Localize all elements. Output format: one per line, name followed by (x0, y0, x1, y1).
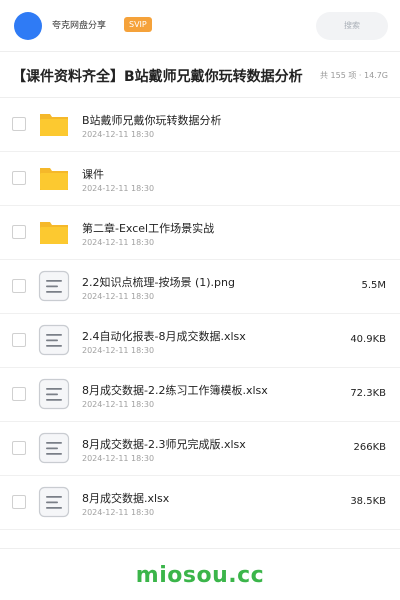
file-date: 2024-12-11 18:30 (82, 508, 155, 517)
file-name[interactable]: 8月成交数据-2.2练习工作簿模板.xlsx (82, 382, 342, 398)
document-icon (38, 270, 70, 302)
file-name[interactable]: 2.2知识点梳理-按场景 (1).png (82, 274, 342, 290)
document-icon (38, 324, 70, 356)
avatar[interactable] (14, 12, 42, 40)
file-row[interactable]: 8月成交数据-2.2练习工作簿模板.xlsx 2024-12-11 18:30 72… (0, 368, 400, 422)
folder-icon (38, 216, 70, 248)
folder-title: 【课件资料齐全】B站戴师兄戴你玩转数据分析 (12, 69, 303, 85)
file-checkbox[interactable] (12, 495, 26, 509)
file-name[interactable]: 2.4自动化报表-8月成交数据.xlsx (82, 328, 342, 344)
file-row[interactable]: 8月成交数据.xlsx 2024-12-11 18:30 38.5KB (0, 476, 400, 530)
file-date: 2024-12-11 18:30 (82, 454, 155, 463)
file-name[interactable]: 课件 (82, 166, 342, 182)
file-date: 2024-12-11 18:30 (82, 292, 155, 301)
file-date: 2024-12-11 18:30 (82, 184, 155, 193)
folder-icon (38, 162, 70, 194)
file-checkbox[interactable] (12, 333, 26, 347)
document-icon (38, 432, 70, 464)
file-row[interactable]: 2.4自动化报表-8月成交数据.xlsx 2024-12-11 18:30 40.9… (0, 314, 400, 368)
document-icon (38, 486, 70, 518)
file-row[interactable]: 第二章-Excel工作场景实战 2024-12-11 18:30 (0, 206, 400, 260)
file-size: 40.9KB (350, 334, 386, 345)
file-checkbox[interactable] (12, 117, 26, 131)
folder-title-bar: 【课件资料齐全】B站戴师兄戴你玩转数据分析 共 155 项 · 14.7G (0, 52, 400, 98)
folder-meta: 共 155 项 · 14.7G (320, 71, 388, 80)
file-size: 72.3KB (350, 388, 386, 399)
file-list: B站戴师兄戴你玩转数据分析 2024-12-11 18:30 课件 2024-12-1… (0, 98, 400, 530)
file-date: 2024-12-11 18:30 (82, 400, 155, 409)
file-size: 38.5KB (350, 496, 386, 507)
file-name[interactable]: 8月成交数据-2.3师兄完成版.xlsx (82, 436, 342, 452)
file-name[interactable]: 第二章-Excel工作场景实战 (82, 220, 342, 236)
file-date: 2024-12-11 18:30 (82, 130, 155, 139)
file-checkbox[interactable] (12, 171, 26, 185)
footer: miosou.cc (0, 548, 400, 600)
file-row[interactable]: 8月成交数据-2.3师兄完成版.xlsx 2024-12-11 18:30 266K… (0, 422, 400, 476)
file-name[interactable]: 8月成交数据.xlsx (82, 490, 342, 506)
file-checkbox[interactable] (12, 441, 26, 455)
svip-badge: SVIP (124, 17, 152, 32)
file-checkbox[interactable] (12, 387, 26, 401)
file-checkbox[interactable] (12, 279, 26, 293)
file-size: 266KB (353, 442, 386, 453)
file-row[interactable]: 2.2知识点梳理-按场景 (1).png 2024-12-11 18:30 5.5M (0, 260, 400, 314)
file-checkbox[interactable] (12, 225, 26, 239)
file-name[interactable]: B站戴师兄戴你玩转数据分析 (82, 112, 342, 128)
search-button[interactable]: 搜索 (316, 12, 388, 40)
file-row[interactable]: B站戴师兄戴你玩转数据分析 2024-12-11 18:30 (0, 98, 400, 152)
header: 夸克网盘分享 SVIP 搜索 (0, 0, 400, 52)
document-icon (38, 378, 70, 410)
file-size: 5.5M (361, 280, 386, 291)
watermark-text: miosou.cc (135, 563, 265, 588)
file-date: 2024-12-11 18:30 (82, 346, 155, 355)
brand-name: 夸克网盘分享 (52, 21, 107, 31)
file-date: 2024-12-11 18:30 (82, 238, 155, 247)
folder-icon (38, 108, 70, 140)
file-row[interactable]: 课件 2024-12-11 18:30 (0, 152, 400, 206)
